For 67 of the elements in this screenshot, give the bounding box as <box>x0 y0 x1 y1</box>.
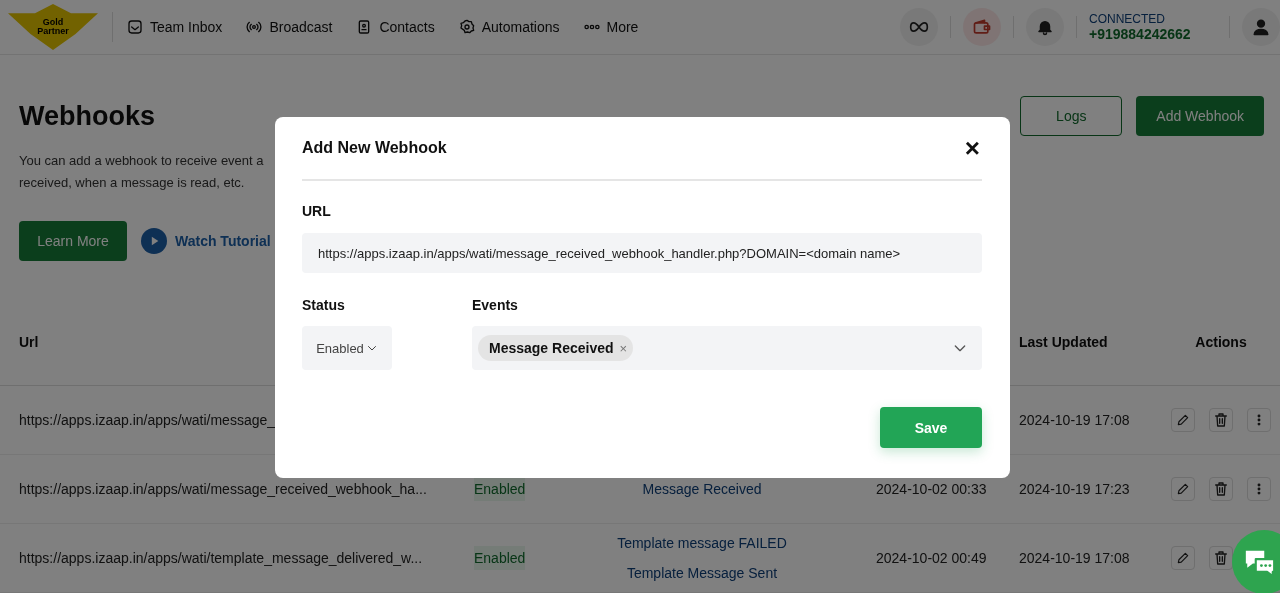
add-webhook-button[interactable]: Add Webhook <box>1136 96 1264 136</box>
field-label: Events <box>472 297 518 313</box>
field-label: Status <box>302 297 345 313</box>
delete-button[interactable] <box>1209 546 1233 570</box>
trash-icon <box>1213 412 1229 428</box>
nav-link[interactable]: More <box>583 19 639 35</box>
event-label: Message Received <box>642 481 762 497</box>
column-header: Last Updated <box>1019 334 1108 350</box>
event-label: Template message FAILED <box>617 535 787 551</box>
pencil-icon <box>1176 413 1190 427</box>
status-badge: Enabled <box>474 477 526 501</box>
trash-icon <box>1213 550 1229 566</box>
badge-label: Gold Partner <box>36 18 70 36</box>
status-dropdown[interactable]: Enabled <box>302 326 392 370</box>
chip-label: Message Received <box>489 340 614 356</box>
connection-status: CONNECTED <box>1089 12 1166 26</box>
close-button[interactable]: × <box>962 135 982 161</box>
edit-button[interactable] <box>1171 408 1195 432</box>
user-icon <box>1251 17 1271 37</box>
nav-link[interactable]: Automations <box>458 19 560 35</box>
date-cell: 2024-10-19 17:08 <box>1019 550 1130 566</box>
settings-icon <box>458 19 475 35</box>
url-field[interactable]: https://apps.izaap.in/apps/wati/message_received_webhook_handler.php?DOMAIN=<domain name> <box>302 233 982 273</box>
phone-number: +919884242662 <box>1089 26 1192 42</box>
url-cell: https://apps.izaap.in/apps/wati/template_message_delivered_w... <box>19 550 423 566</box>
trash-icon <box>1213 481 1229 497</box>
delete-button[interactable] <box>1209 408 1233 432</box>
edit-button[interactable] <box>1171 477 1195 501</box>
nav-link[interactable]: Team Inbox <box>127 19 223 35</box>
meta-button[interactable] <box>900 8 938 46</box>
broadcast-icon <box>246 19 263 35</box>
date-cell: 2024-10-19 17:23 <box>1019 481 1130 497</box>
url-cell: https://apps.izaap.in/apps/wati/message_ <box>19 412 276 428</box>
save-button[interactable]: Save <box>880 407 982 448</box>
bell-icon <box>1036 18 1054 36</box>
delete-button[interactable] <box>1209 477 1233 501</box>
inbox-icon <box>127 19 143 35</box>
pencil-icon <box>1176 482 1190 496</box>
more-options-button[interactable] <box>1247 477 1271 501</box>
dialog-title: Add New Webhook <box>302 139 447 157</box>
status-badge: Enabled <box>474 546 526 570</box>
wallet-button[interactable] <box>963 8 1001 46</box>
date-cell: 2024-10-19 17:08 <box>1019 412 1130 428</box>
notifications-button[interactable] <box>1026 8 1064 46</box>
event-label: Template Message Sent <box>626 565 778 581</box>
page-title: Webhooks <box>19 100 155 132</box>
description-text: received, when a message is read, etc. <box>19 174 246 192</box>
column-header: Url <box>19 334 39 350</box>
play-icon <box>141 228 167 254</box>
column-header: Actions <box>1195 334 1247 350</box>
watch-tutorial-link[interactable]: Watch Tutorial <box>141 228 271 254</box>
remove-chip-button[interactable]: × <box>619 341 628 355</box>
nav-link[interactable]: Contacts <box>356 19 435 35</box>
edit-button[interactable] <box>1171 546 1195 570</box>
description-text: You can add a webhook to receive event a <box>19 152 265 170</box>
field-label: URL <box>302 203 331 219</box>
events-dropdown[interactable]: Message Received × <box>472 326 982 370</box>
logs-button[interactable]: Logs <box>1020 96 1123 136</box>
date-cell: 2024-10-02 00:49 <box>876 550 987 566</box>
profile-button[interactable] <box>1242 8 1280 46</box>
learn-more-button[interactable]: Learn More <box>19 221 127 261</box>
pencil-icon <box>1176 551 1190 565</box>
wallet-icon <box>972 17 992 37</box>
nav-link[interactable]: Broadcast <box>246 19 333 35</box>
date-cell: 2024-10-02 00:33 <box>876 481 987 497</box>
more-options-button[interactable] <box>1247 408 1271 432</box>
url-cell: https://apps.izaap.in/apps/wati/message_received_webhook_ha... <box>19 481 427 497</box>
